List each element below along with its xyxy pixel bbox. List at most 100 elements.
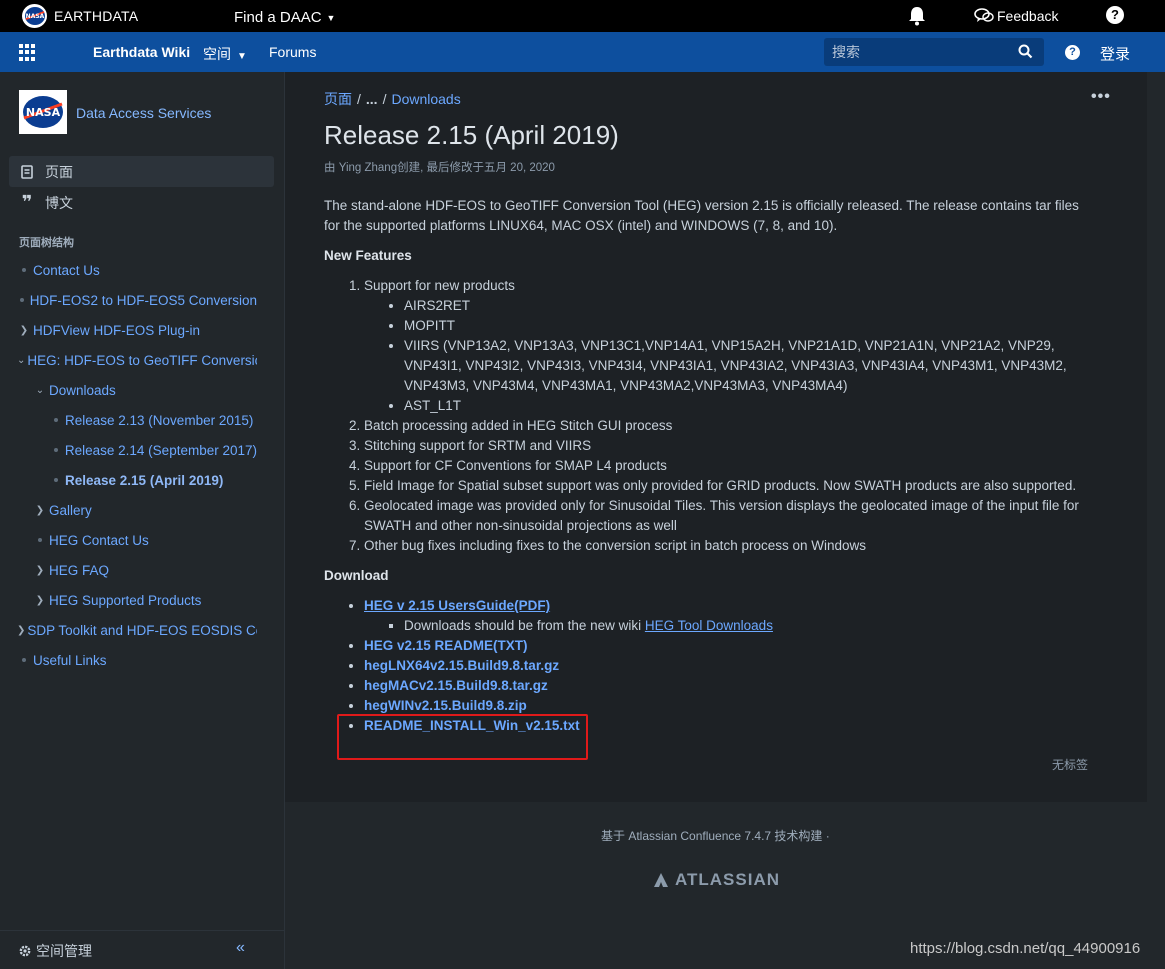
breadcrumb: 页面 /... / Downloads	[324, 89, 461, 109]
intro-paragraph: The stand-alone HDF-EOS to GeoTIFF Conve…	[324, 198, 1079, 233]
spaces-menu[interactable]: 空间 ▼	[203, 44, 247, 64]
tree-item-heg[interactable]: ⌄ HEG: HDF-EOS to GeoTIFF Conversion	[17, 350, 257, 370]
tree-item-release-2-14[interactable]: Release 2.14 (September 2017)	[49, 440, 257, 460]
list-item: Downloads should be from the new wiki HE…	[404, 616, 1094, 636]
spaces-label: 空间	[203, 46, 231, 62]
earthdata-wiki-link[interactable]: Earthdata Wiki	[93, 44, 190, 60]
chevron-down-icon[interactable]: ⌄	[17, 355, 25, 366]
tree-item-label: HDFView HDF-EOS Plug-in	[33, 322, 201, 338]
list-item: HEG v2.15 README(TXT)	[364, 636, 1094, 656]
tree-item-gallery[interactable]: ❯ Gallery	[33, 500, 257, 520]
scrollbar-track[interactable]	[1147, 72, 1165, 969]
chevron-down-icon[interactable]: ⌄	[33, 385, 47, 396]
page-content: 页面 /... / Downloads ••• Release 2.15 (April…	[285, 72, 1147, 969]
tree-item-label: Useful Links	[33, 652, 107, 668]
no-labels-text: 无标签	[1052, 758, 1089, 772]
tree-item-label: Release 2.13 (November 2015)	[65, 412, 254, 428]
bullet-icon	[54, 478, 58, 482]
page-metadata: 由 Ying Zhang创建, 最后修改于五月 20, 2020	[324, 162, 555, 174]
bullet-icon	[22, 658, 26, 662]
atlassian-wordmark: ATLASSIAN	[675, 870, 781, 889]
tree-item-label: HEG Contact Us	[49, 532, 149, 548]
help-icon[interactable]: ?	[1065, 45, 1080, 60]
search-icon[interactable]	[1018, 44, 1033, 62]
feedback-button[interactable]: Feedback	[974, 8, 1058, 24]
gear-icon	[19, 945, 31, 957]
download-note-list: Downloads should be from the new wiki HE…	[364, 616, 1094, 636]
breadcrumb-ellipsis[interactable]: ...	[366, 91, 378, 107]
search-input[interactable]	[832, 42, 1012, 62]
more-actions-icon[interactable]: •••	[1091, 88, 1111, 106]
list-item: hegLNX64v2.15.Build9.8.tar.gz	[364, 656, 1094, 676]
search-box[interactable]	[824, 38, 1044, 66]
features-list: Support for new products AIRS2RET MOPITT…	[324, 276, 1094, 556]
tree-item-label: HDF-EOS2 to HDF-EOS5 Conversion	[29, 292, 257, 308]
tree-item-useful-links[interactable]: Useful Links	[17, 650, 257, 670]
mac-download-link[interactable]: hegMACv2.15.Build9.8.tar.gz	[364, 678, 548, 693]
chevron-right-icon[interactable]: ❯	[33, 565, 47, 576]
chevron-right-icon[interactable]: ❯	[17, 625, 25, 636]
breadcrumb-separator: /	[382, 91, 387, 107]
forums-link[interactable]: Forums	[269, 44, 316, 60]
feature-text: Support for new products	[364, 278, 515, 293]
tree-item-downloads[interactable]: ⌄ Downloads	[33, 380, 257, 400]
tree-item-label: SDP Toolkit and HDF-EOS EOSDIS Core	[27, 622, 257, 638]
chat-bubbles-icon	[974, 8, 994, 22]
tree-item-hdfview-plugin[interactable]: ❯ HDFView HDF-EOS Plug-in	[17, 320, 257, 340]
linux-download-link[interactable]: hegLNX64v2.15.Build9.8.tar.gz	[364, 658, 559, 673]
app-switcher-icon[interactable]	[19, 44, 36, 61]
help-icon[interactable]: ?	[1106, 6, 1124, 24]
feedback-label: Feedback	[997, 8, 1059, 24]
collapse-sidebar-icon[interactable]: «	[236, 939, 245, 957]
sidebar-item-blog[interactable]: ❞ 博文	[9, 187, 274, 218]
sidebar-item-pages[interactable]: 页面	[9, 156, 274, 187]
tree-item-release-2-13[interactable]: Release 2.13 (November 2015)	[49, 410, 257, 430]
breadcrumb-downloads[interactable]: Downloads	[391, 91, 460, 107]
login-link[interactable]: 登录	[1100, 43, 1130, 64]
chevron-down-icon: ▼	[237, 51, 247, 62]
earthdata-topbar: NASA EARTHDATA Find a DAAC ▼ Feedback ?	[0, 0, 1165, 32]
space-logo[interactable]: NASA	[19, 90, 67, 134]
bullet-icon	[54, 418, 58, 422]
users-guide-link[interactable]: HEG v 2.15 UsersGuide(PDF)	[364, 598, 550, 613]
space-tools-button[interactable]: 空间管理	[18, 941, 92, 961]
caret-down-icon: ▼	[326, 13, 336, 24]
tree-item-contact-us[interactable]: Contact Us	[17, 260, 257, 280]
windows-download-link[interactable]: hegWINv2.15.Build9.8.zip	[364, 698, 527, 713]
tree-item-label: Contact Us	[33, 262, 100, 278]
heg-tool-downloads-link[interactable]: HEG Tool Downloads	[645, 618, 773, 633]
atlassian-logo[interactable]: ATLASSIAN	[653, 870, 780, 890]
bell-icon[interactable]	[906, 5, 928, 27]
find-daac-menu[interactable]: Find a DAAC ▼	[234, 9, 335, 26]
tree-item-heg-faq[interactable]: ❯ HEG FAQ	[33, 560, 257, 580]
chevron-right-icon[interactable]: ❯	[17, 325, 31, 336]
tree-item-label: Release 2.14 (September 2017)	[64, 442, 257, 458]
list-item: Batch processing added in HEG Stitch GUI…	[364, 416, 1094, 436]
list-item: AST_L1T	[404, 396, 1094, 416]
list-item: Support for CF Conventions for SMAP L4 p…	[364, 456, 1094, 476]
nasa-logo-icon[interactable]: NASA	[22, 4, 47, 28]
earthdata-brand[interactable]: EARTHDATA	[54, 8, 138, 24]
tree-item-sdp-toolkit[interactable]: ❯ SDP Toolkit and HDF-EOS EOSDIS Core	[17, 620, 257, 640]
list-item: Other bug fixes including fixes to the c…	[364, 536, 1094, 556]
atlassian-icon	[654, 873, 668, 887]
confluence-navbar: Earthdata Wiki 空间 ▼ Forums ? 登录	[0, 32, 1165, 72]
list-item: VIIRS (VNP13A2, VNP13A3, VNP13C1,VNP14A1…	[404, 336, 1094, 396]
list-item: AIRS2RET	[404, 296, 1094, 316]
list-item: MOPITT	[404, 316, 1094, 336]
chevron-right-icon[interactable]: ❯	[33, 505, 47, 516]
tree-item-release-2-15[interactable]: Release 2.15 (April 2019)	[49, 470, 257, 490]
sidebar-item-label: 博文	[45, 194, 73, 211]
tree-item-heg-contact-us[interactable]: HEG Contact Us	[33, 530, 257, 550]
quote-icon: ❞	[21, 192, 33, 212]
sidebar-item-label: 页面	[45, 163, 73, 180]
tree-item-heg-supported-products[interactable]: ❯ HEG Supported Products	[33, 590, 257, 610]
svg-text:NASA: NASA	[25, 13, 44, 20]
csdn-watermark: https://blog.csdn.net/qq_44900916	[910, 940, 1141, 957]
breadcrumb-pages[interactable]: 页面	[324, 91, 352, 107]
readme-link[interactable]: HEG v2.15 README(TXT)	[364, 638, 528, 653]
chevron-right-icon[interactable]: ❯	[33, 595, 47, 606]
tree-item-hdf-eos2-conversion[interactable]: HDF-EOS2 to HDF-EOS5 Conversion	[17, 290, 257, 310]
svg-text:NASA: NASA	[26, 106, 61, 119]
space-name-link[interactable]: Data Access Services	[76, 105, 211, 121]
